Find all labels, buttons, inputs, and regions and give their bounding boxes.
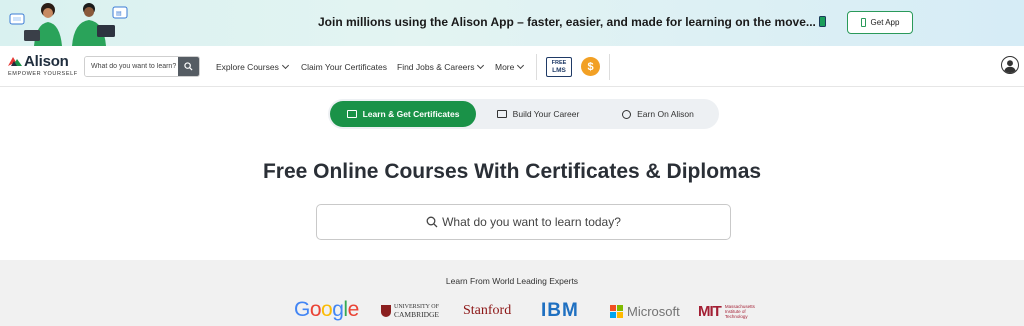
- explore-courses-label: Explore Courses: [216, 62, 279, 72]
- mit-logo: MIT Massachusetts Institute of Technolog…: [698, 303, 755, 320]
- dollar-coin-icon[interactable]: $: [581, 57, 600, 76]
- logo-tagline: EMPOWER YOURSELF: [8, 71, 78, 77]
- google-logo: Google: [294, 298, 359, 322]
- nav-search-input[interactable]: [85, 57, 178, 76]
- nav-divider: [536, 54, 537, 80]
- find-jobs-menu[interactable]: Find Jobs & Careers: [397, 61, 485, 72]
- briefcase-icon: [496, 110, 507, 118]
- page-title: Free Online Courses With Certificates & …: [262, 160, 762, 183]
- find-jobs-label: Find Jobs & Careers: [397, 62, 475, 72]
- get-app-label: Get App: [870, 18, 900, 27]
- app-promo-banner: ▤ Join millions using the Alison App – f…: [0, 0, 1024, 46]
- tab-earn-on-alison[interactable]: Earn On Alison: [600, 101, 716, 127]
- tab-learn-label: Learn & Get Certificates: [362, 109, 460, 119]
- google-letter: G: [294, 298, 310, 321]
- nav-divider: [609, 54, 610, 80]
- svg-text:▤: ▤: [116, 11, 122, 17]
- google-letter: o: [309, 298, 322, 321]
- google-letter: e: [347, 298, 360, 321]
- tab-earn-label: Earn On Alison: [637, 109, 694, 119]
- partners-section: Learn From World Leading Experts Google …: [0, 260, 1024, 326]
- search-icon: [426, 216, 438, 228]
- ibm-logo: IBM: [541, 300, 579, 321]
- chevron-down-icon: [517, 61, 525, 70]
- free-lms-line1: FREE: [551, 60, 567, 66]
- banner-text: Join millions using the Alison App – fas…: [318, 15, 826, 29]
- mit-line3: Technology: [724, 314, 748, 319]
- tab-career-label: Build Your Career: [512, 109, 580, 119]
- nav-search: [84, 56, 200, 77]
- chevron-down-icon: [477, 61, 485, 70]
- top-nav: Alison EMPOWER YOURSELF Explore Courses …: [0, 46, 1024, 87]
- free-lms-badge[interactable]: FREE LMS: [546, 57, 572, 77]
- free-lms-line2: LMS: [552, 67, 566, 74]
- search-icon: [184, 62, 193, 71]
- google-letter: o: [321, 298, 333, 321]
- phone-icon: [860, 18, 866, 27]
- user-avatar-icon[interactable]: [1001, 56, 1019, 74]
- chevron-down-icon: [281, 61, 289, 70]
- microsoft-grid-icon: [610, 305, 623, 318]
- claim-certificates-link[interactable]: Claim Your Certificates: [301, 62, 387, 72]
- mit-mark: MIT: [698, 303, 722, 320]
- coins-icon: [622, 109, 632, 119]
- alison-logo[interactable]: Alison EMPOWER YOURSELF: [7, 53, 77, 81]
- main-search-field[interactable]: What do you want to learn today?: [316, 204, 731, 240]
- microsoft-logo: Microsoft: [610, 304, 680, 319]
- coin-symbol: $: [587, 60, 594, 73]
- logo-wordmark: Alison: [24, 53, 69, 70]
- alison-logo-mark-icon: [8, 57, 22, 66]
- explore-courses-menu[interactable]: Explore Courses: [216, 61, 289, 72]
- cambridge-shield-icon: [381, 305, 391, 317]
- banner-message: Join millions using the Alison App – fas…: [318, 15, 816, 29]
- people-illustration-icon: ▤: [9, 3, 128, 46]
- more-menu[interactable]: More: [495, 61, 525, 72]
- tab-build-career[interactable]: Build Your Career: [478, 101, 598, 127]
- phone-icon: [818, 16, 826, 27]
- main-search-placeholder: What do you want to learn today?: [442, 215, 621, 229]
- nav-search-button[interactable]: [178, 57, 199, 76]
- more-label: More: [495, 62, 515, 72]
- microsoft-wordmark: Microsoft: [627, 304, 680, 319]
- tab-learn-certificates[interactable]: Learn & Get Certificates: [330, 101, 476, 127]
- get-app-button[interactable]: Get App: [847, 11, 913, 34]
- cambridge-line2: CAMBRIDGE: [394, 310, 440, 319]
- google-letter: g: [332, 298, 344, 321]
- book-icon: [346, 110, 357, 118]
- cambridge-logo: UNIVERSITY OF CAMBRIDGE: [381, 304, 439, 318]
- audience-tabs: Learn & Get Certificates Build Your Care…: [328, 99, 719, 129]
- partners-title: Learn From World Leading Experts: [445, 276, 579, 286]
- stanford-logo: Stanford: [463, 303, 512, 318]
- claim-certificates-label: Claim Your Certificates: [301, 62, 387, 72]
